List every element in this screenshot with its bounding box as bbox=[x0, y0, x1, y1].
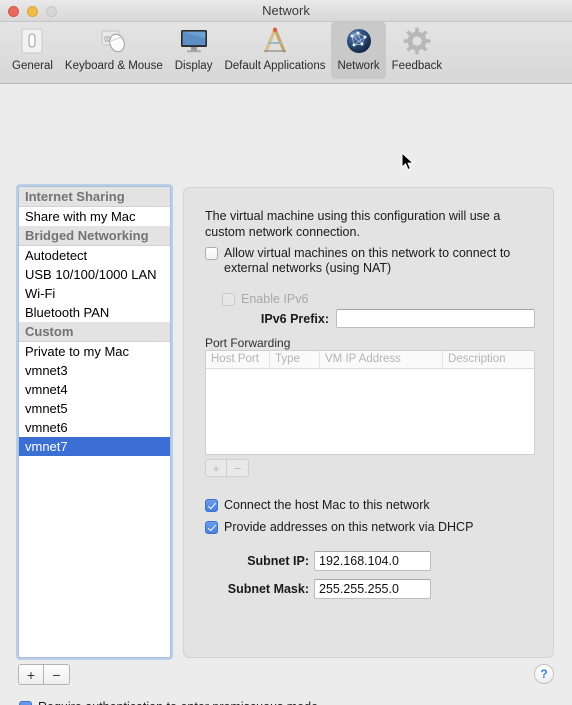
allow-nat-checkbox[interactable] bbox=[205, 247, 218, 260]
list-item[interactable]: Autodetect bbox=[19, 246, 170, 265]
network-globe-icon bbox=[344, 25, 374, 57]
port-forwarding-title: Port Forwarding bbox=[205, 336, 291, 350]
column-header-host-port[interactable]: Host Port bbox=[206, 351, 270, 368]
toolbar-item-display[interactable]: Display bbox=[169, 22, 219, 79]
panel-description: The virtual machine using this configura… bbox=[205, 209, 501, 239]
promiscuous-mode-checkbox[interactable] bbox=[19, 701, 32, 705]
help-button[interactable]: ? bbox=[534, 664, 554, 684]
provide-dhcp-row[interactable]: Provide addresses on this network via DH… bbox=[205, 520, 473, 535]
toolbar-item-general[interactable]: General bbox=[6, 22, 59, 79]
toolbar-label: Display bbox=[174, 60, 213, 72]
port-forwarding-controls: + − bbox=[205, 459, 249, 477]
column-header-type[interactable]: Type bbox=[270, 351, 320, 368]
list-group-header: Custom bbox=[19, 322, 170, 342]
provide-dhcp-label: Provide addresses on this network via DH… bbox=[224, 520, 474, 534]
network-list-controls: + − bbox=[18, 664, 70, 685]
toolbar-label: Keyboard & Mouse bbox=[64, 60, 163, 72]
mouse-cursor bbox=[401, 151, 415, 177]
display-icon bbox=[179, 25, 209, 57]
network-settings-panel: The virtual machine using this configura… bbox=[183, 187, 554, 658]
add-network-button[interactable]: + bbox=[18, 664, 44, 685]
general-icon bbox=[17, 25, 47, 57]
toolbar-label: General bbox=[12, 60, 53, 72]
subnet-mask-input[interactable] bbox=[314, 579, 431, 599]
connect-host-row[interactable]: Connect the host Mac to this network bbox=[205, 498, 430, 513]
promiscuous-mode-label: Require authentication to enter promiscu… bbox=[38, 700, 318, 705]
window-controls bbox=[8, 6, 57, 17]
subnet-ip-label: Subnet IP: bbox=[247, 554, 309, 568]
column-header-description[interactable]: Description bbox=[443, 351, 534, 368]
port-forwarding-header-row: Host Port Type VM IP Address Description bbox=[206, 351, 534, 369]
preferences-window: Network General Keyboard & Mouse Display… bbox=[0, 0, 572, 705]
keyboard-mouse-icon bbox=[99, 25, 129, 57]
list-item[interactable]: Bluetooth PAN bbox=[19, 303, 170, 322]
list-item[interactable]: Share with my Mac bbox=[19, 207, 170, 226]
port-forwarding-table[interactable]: Host Port Type VM IP Address Description bbox=[205, 350, 535, 455]
window-title: Network bbox=[262, 3, 310, 18]
window-body: Internet Sharing Share with my Mac Bridg… bbox=[0, 84, 572, 705]
list-item[interactable]: Wi-Fi bbox=[19, 284, 170, 303]
list-item[interactable]: Private to my Mac bbox=[19, 342, 170, 361]
list-item-selected[interactable]: vmnet7 bbox=[19, 437, 170, 456]
network-list[interactable]: Internet Sharing Share with my Mac Bridg… bbox=[18, 186, 171, 658]
allow-nat-row[interactable]: Allow virtual machines on this network t… bbox=[205, 246, 535, 276]
subnet-ip-input[interactable] bbox=[314, 551, 431, 571]
ipv6-prefix-input[interactable] bbox=[336, 309, 535, 328]
add-port-forwarding-button: + bbox=[205, 459, 227, 477]
subnet-mask-label: Subnet Mask: bbox=[227, 582, 309, 596]
ipv6-prefix-label: IPv6 Prefix: bbox=[260, 312, 329, 326]
list-item[interactable]: vmnet4 bbox=[19, 380, 170, 399]
toolbar-item-feedback[interactable]: Feedback bbox=[386, 22, 449, 79]
toolbar-item-network[interactable]: Network bbox=[331, 22, 386, 79]
enable-ipv6-row: Enable IPv6 bbox=[222, 292, 308, 307]
list-group-header: Bridged Networking bbox=[19, 226, 170, 246]
preferences-toolbar: General Keyboard & Mouse Display Default… bbox=[0, 22, 572, 84]
toolbar-label: Default Applications bbox=[224, 60, 326, 72]
toolbar-label: Network bbox=[337, 60, 380, 72]
default-applications-icon bbox=[260, 25, 290, 57]
title-bar: Network bbox=[0, 0, 572, 22]
toolbar-label: Feedback bbox=[391, 60, 443, 72]
list-item[interactable]: vmnet6 bbox=[19, 418, 170, 437]
zoom-button bbox=[46, 6, 57, 17]
column-header-vm-ip-address[interactable]: VM IP Address bbox=[320, 351, 443, 368]
provide-dhcp-checkbox[interactable] bbox=[205, 521, 218, 534]
remove-network-button[interactable]: − bbox=[44, 664, 70, 685]
promiscuous-mode-row[interactable]: Require authentication to enter promiscu… bbox=[19, 700, 318, 705]
enable-ipv6-label: Enable IPv6 bbox=[241, 292, 309, 306]
remove-port-forwarding-button: − bbox=[227, 459, 249, 477]
toolbar-item-default-applications[interactable]: Default Applications bbox=[218, 22, 331, 79]
toolbar-item-keyboard-mouse[interactable]: Keyboard & Mouse bbox=[59, 22, 169, 79]
list-group-header: Internet Sharing bbox=[19, 187, 170, 207]
enable-ipv6-checkbox bbox=[222, 293, 235, 306]
list-item[interactable]: USB 10/100/1000 LAN bbox=[19, 265, 170, 284]
gear-icon bbox=[402, 25, 432, 57]
list-item[interactable]: vmnet3 bbox=[19, 361, 170, 380]
allow-nat-label: Allow virtual machines on this network t… bbox=[224, 246, 511, 275]
connect-host-label: Connect the host Mac to this network bbox=[224, 498, 430, 512]
close-button[interactable] bbox=[8, 6, 19, 17]
list-item[interactable]: vmnet5 bbox=[19, 399, 170, 418]
minimize-button[interactable] bbox=[27, 6, 38, 17]
connect-host-checkbox[interactable] bbox=[205, 499, 218, 512]
